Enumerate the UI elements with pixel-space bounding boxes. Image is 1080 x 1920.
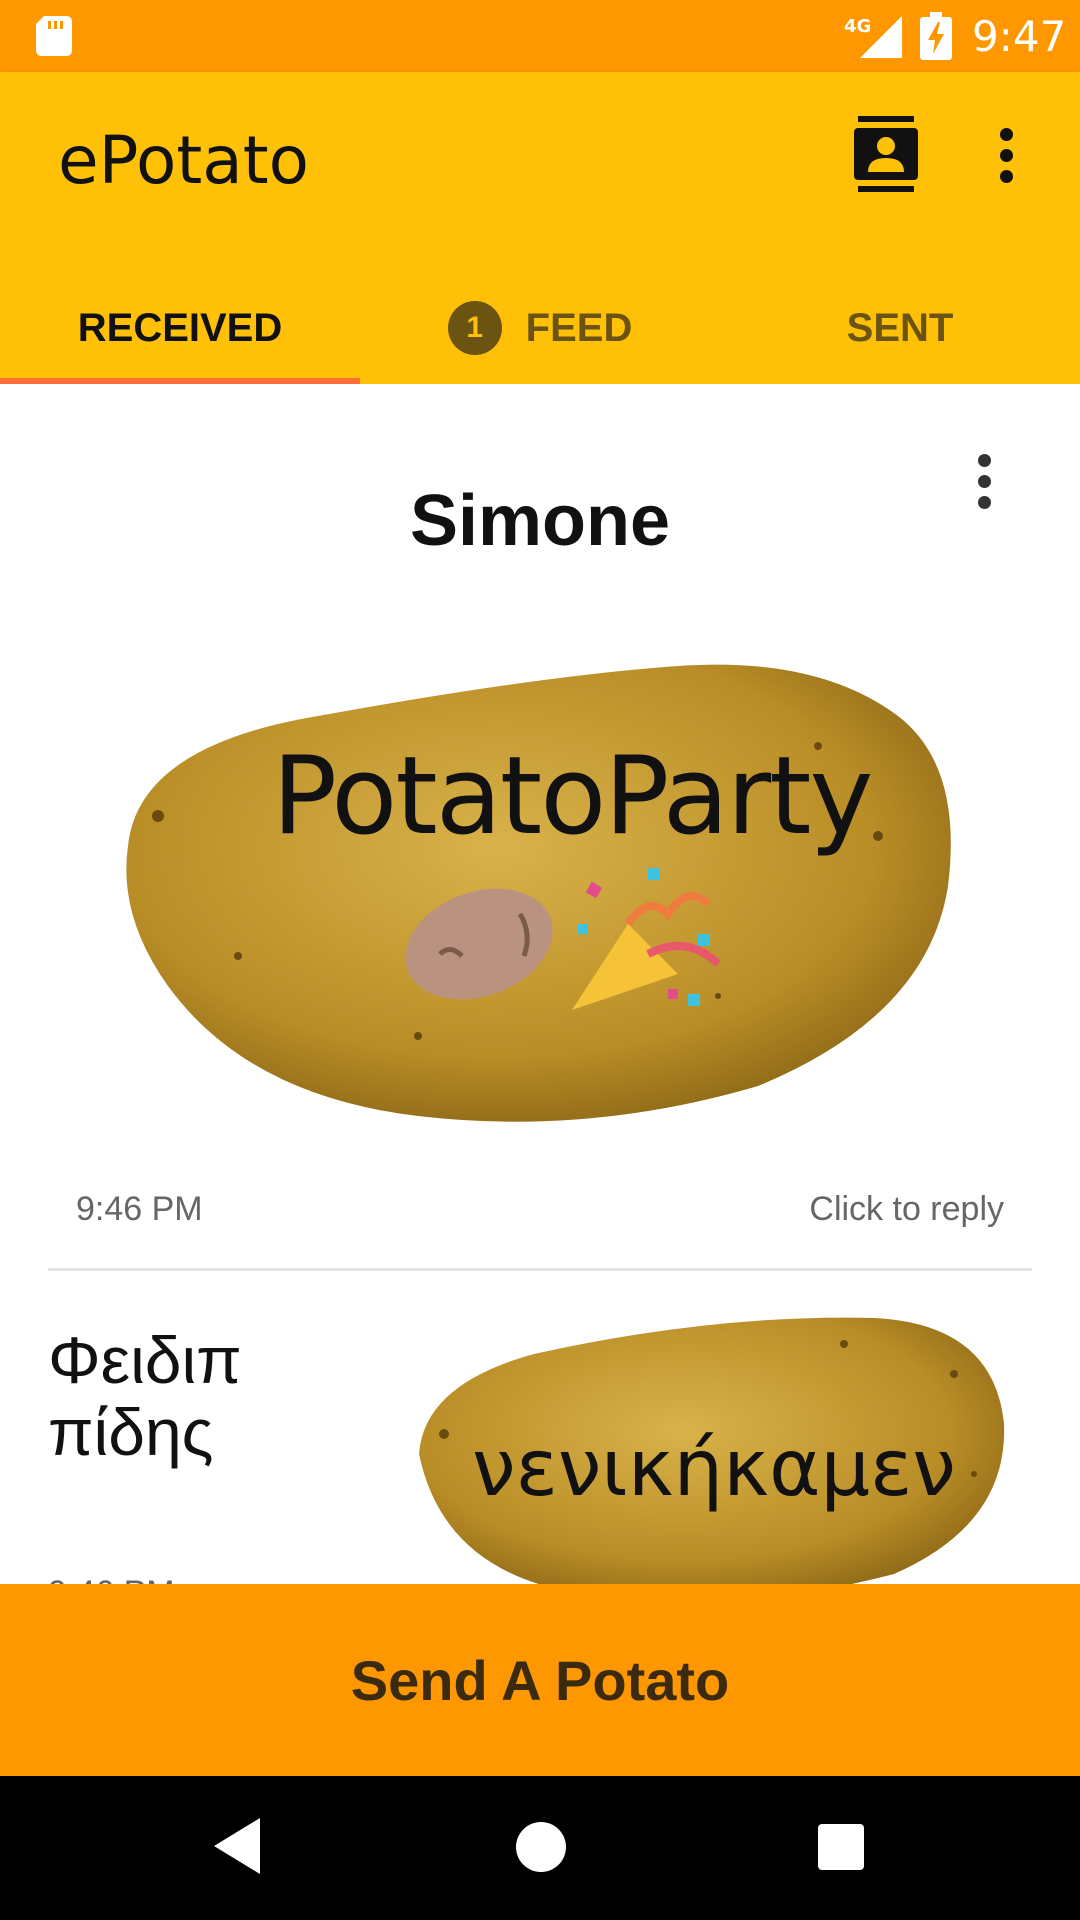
system-nav-bar	[0, 1776, 1080, 1920]
received-time: 9:46 PM	[48, 1574, 175, 1584]
sender-name: Simone	[409, 481, 671, 561]
network-type-label: 4G	[844, 16, 871, 37]
card-divider	[48, 1268, 1032, 1271]
potato-message: PotatoParty	[272, 734, 873, 859]
app-title: ePotato	[58, 122, 310, 199]
status-bar: 4G 9:47	[0, 0, 1080, 72]
potato-message: νενικήκαμεν	[472, 1424, 956, 1514]
sd-card-icon	[36, 16, 72, 56]
potato-list[interactable]: Simone PotatoParty 9:46 PM Click to repl…	[0, 384, 1080, 1584]
more-vert-icon[interactable]	[1000, 128, 1013, 184]
tab-sent[interactable]: SENT	[720, 272, 1080, 384]
tab-sent-label: SENT	[846, 305, 954, 350]
feed-count-badge: 1	[447, 301, 502, 355]
recents-icon[interactable]	[818, 1824, 864, 1870]
reply-link[interactable]: Click to reply	[809, 1190, 1004, 1229]
received-time: 9:46 PM	[76, 1190, 203, 1228]
battery-charging-icon	[920, 12, 952, 60]
sender-name: Φειδιπ πίδης	[48, 1323, 242, 1469]
contacts-icon[interactable]	[854, 116, 918, 192]
tab-received[interactable]: RECEIVED	[0, 272, 360, 384]
tab-feed-label: FEED	[525, 305, 633, 350]
back-icon[interactable]	[212, 1816, 262, 1876]
send-potato-button[interactable]: Send A Potato	[0, 1584, 1080, 1776]
signal-icon: 4G	[844, 16, 902, 58]
tab-received-label: RECEIVED	[77, 305, 283, 350]
tab-feed[interactable]: 1 FEED	[360, 272, 720, 384]
potato-emoji-icon	[405, 888, 553, 1000]
status-clock: 9:47	[972, 12, 1067, 61]
home-icon[interactable]	[516, 1822, 566, 1872]
tab-bar: RECEIVED 1 FEED SENT	[0, 272, 1080, 384]
party-popper-emoji-icon	[572, 868, 721, 1010]
app-bar: ePotato RECEIVED 1 FEED SENT	[0, 72, 1080, 384]
